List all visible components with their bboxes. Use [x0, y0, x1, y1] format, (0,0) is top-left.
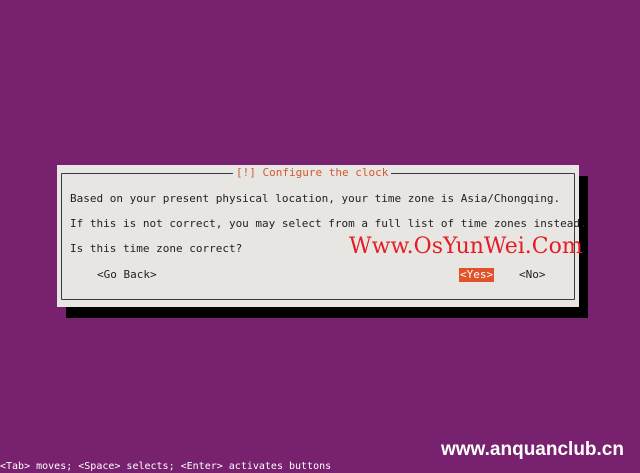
go-back-button[interactable]: <Go Back>	[96, 268, 158, 282]
installer-screen: [!] Configure the clock Based on your pr…	[0, 0, 640, 473]
dialog-title: [!] Configure the clock	[233, 165, 392, 181]
keyboard-help-line: <Tab> moves; <Space> selects; <Enter> ac…	[0, 461, 332, 472]
timezone-alternative-text: If this is not correct, you may select f…	[70, 217, 587, 230]
timezone-question-text: Is this time zone correct?	[70, 242, 243, 255]
timezone-detected-text: Based on your present physical location,…	[70, 192, 561, 205]
no-button[interactable]: <No>	[518, 268, 547, 282]
watermark-anquanclub: www.anquanclub.cn	[441, 439, 624, 460]
yes-button[interactable]: <Yes>	[459, 268, 495, 282]
watermark-osyunwei: Www.OsYunWei.Com	[349, 234, 583, 259]
